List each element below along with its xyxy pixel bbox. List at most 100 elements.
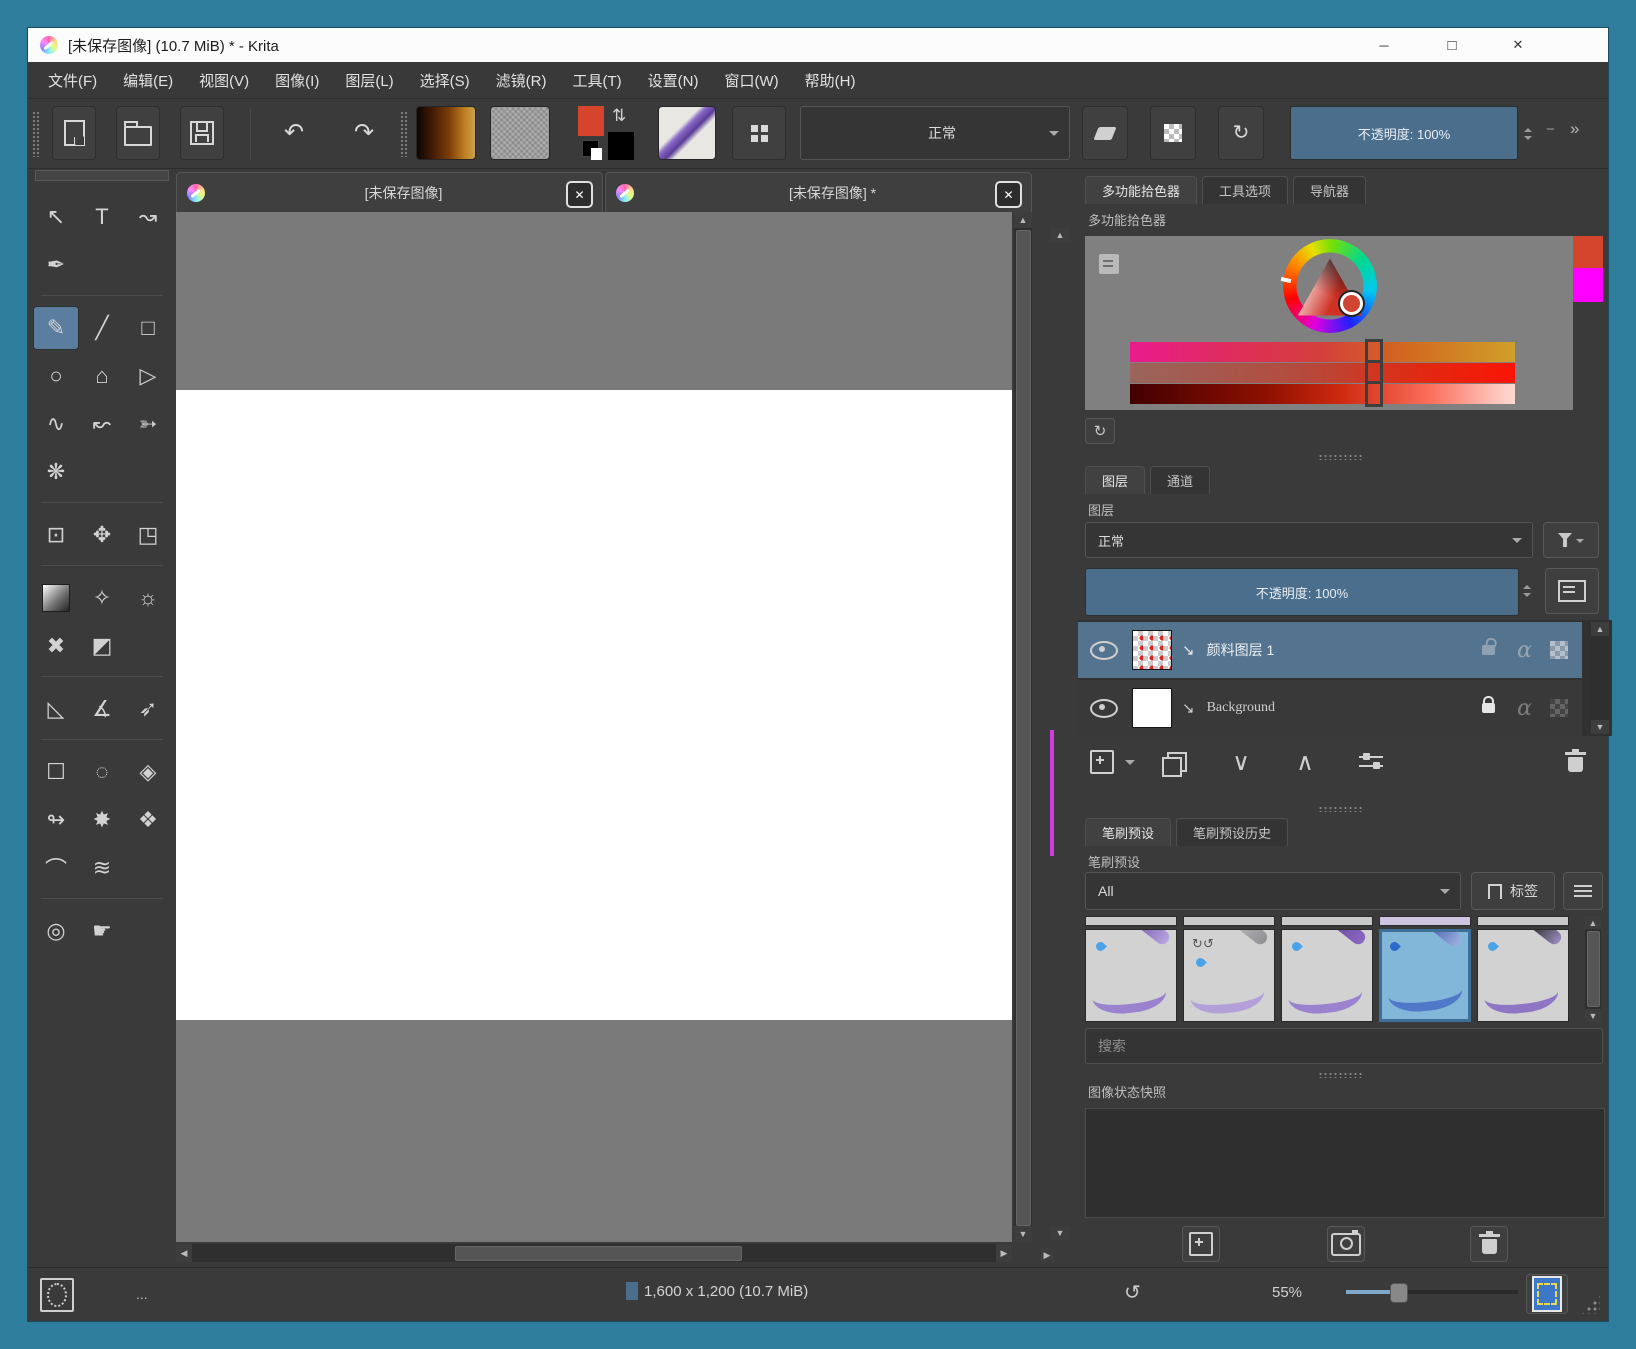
canvas-viewport[interactable]	[176, 212, 1012, 1242]
preserve-alpha-button[interactable]	[1150, 106, 1196, 160]
menu-settings[interactable]: 设置(N)	[648, 70, 699, 91]
layer-name[interactable]: Background	[1207, 700, 1483, 716]
move-layer-down-button[interactable]: ∨	[1221, 742, 1261, 782]
menu-filter[interactable]: 滤镜(R)	[496, 70, 547, 91]
toolbox-header[interactable]	[35, 170, 169, 181]
brush-preset-ballpoint-pen[interactable]	[1085, 929, 1177, 1022]
tool-colorize-mask[interactable]: ☼	[125, 576, 171, 620]
document-tab-1[interactable]: [未保存图像] ✕	[176, 172, 603, 212]
layer-opacity-slider[interactable]: 不透明度: 100%	[1085, 568, 1519, 616]
tool-polyline[interactable]: ▷	[125, 354, 171, 398]
tool-similar-select[interactable]: ✸	[79, 798, 125, 842]
scroll-up-icon[interactable]: ▲	[1591, 622, 1609, 636]
menu-select[interactable]: 选择(S)	[420, 70, 470, 91]
lightness-slider[interactable]	[1130, 384, 1515, 404]
scroll-up-icon[interactable]: ▲	[1014, 212, 1032, 228]
tool-reference-images[interactable]: ➶	[125, 687, 171, 731]
tool-freehand-select[interactable]: ↬	[33, 798, 79, 842]
alpha-icon[interactable]: α	[1517, 696, 1532, 721]
tab-advanced-color-selector[interactable]: 多功能拾色器	[1085, 176, 1197, 204]
layer-properties-button[interactable]	[1545, 568, 1599, 614]
opacity-slider[interactable]: 不透明度: 100%	[1290, 106, 1518, 160]
opacity-spinner[interactable]	[1520, 115, 1536, 153]
toolbar-grip[interactable]	[32, 111, 40, 157]
tab-close-icon[interactable]: ✕	[566, 181, 593, 208]
snapshot-list[interactable]	[1085, 1108, 1605, 1218]
document-tab-2[interactable]: [未保存图像] * ✕	[605, 172, 1032, 212]
menu-window[interactable]: 窗口(W)	[724, 70, 778, 91]
brush-preset-preview-button[interactable]	[658, 106, 716, 160]
duplicate-layer-button[interactable]	[1157, 742, 1197, 782]
gradient-swatch-button[interactable]	[416, 106, 476, 160]
redo-button[interactable]: ↷	[336, 106, 392, 160]
tool-fill[interactable]: ◩	[79, 624, 125, 668]
layer-thumbnail[interactable]	[1132, 688, 1172, 728]
tool-transform[interactable]: ⊡	[33, 513, 79, 557]
tool-polygon[interactable]: ⌂	[79, 354, 125, 398]
layer-visibility-icon[interactable]	[1090, 641, 1118, 660]
spin-up-icon[interactable]	[1524, 128, 1532, 132]
previous-color-swatch[interactable]	[1573, 268, 1603, 302]
brush-preset-partial[interactable]	[1085, 916, 1177, 926]
tab-close-icon[interactable]: ✕	[995, 181, 1022, 208]
lock-icon[interactable]	[1482, 703, 1495, 713]
window-resize-grip[interactable]	[1580, 1294, 1600, 1314]
zoom-slider-knob[interactable]	[1390, 1283, 1408, 1303]
reload-preset-button[interactable]: ↻	[1218, 106, 1264, 160]
brush-search-input[interactable]	[1085, 1028, 1603, 1064]
layer-filter-button[interactable]	[1543, 522, 1599, 558]
color-selector-settings-icon[interactable]	[1099, 254, 1119, 274]
scrollbar-thumb[interactable]	[455, 1246, 742, 1261]
add-layer-button[interactable]	[1085, 742, 1119, 782]
background-color-swatch[interactable]	[608, 132, 634, 160]
tool-edit-shapes[interactable]: ↝	[125, 195, 171, 239]
tool-rect-select[interactable]: ☐	[33, 750, 79, 794]
lock-icon[interactable]	[1482, 645, 1495, 655]
menu-image[interactable]: 图像(I)	[275, 70, 319, 91]
brush-view-options-button[interactable]	[1563, 872, 1603, 910]
tool-ellipse[interactable]: ○	[33, 354, 79, 398]
menu-help[interactable]: 帮助(H)	[805, 70, 856, 91]
scroll-up-icon[interactable]: ▲	[1585, 916, 1601, 929]
scroll-left-icon[interactable]: ◀	[176, 1244, 192, 1262]
reset-rotation-button[interactable]: ↺	[1124, 1280, 1141, 1305]
inherit-alpha-icon[interactable]	[1550, 641, 1568, 659]
add-layer-dropdown[interactable]	[1121, 742, 1139, 782]
spin-down-icon[interactable]	[1524, 136, 1532, 140]
tool-pan[interactable]: ☛	[79, 909, 125, 953]
layer-properties-sliders-button[interactable]	[1349, 742, 1393, 782]
tool-measure[interactable]: ∡	[79, 687, 125, 731]
slider-handle[interactable]	[1365, 381, 1383, 407]
tool-ellipse-select[interactable]: ◌	[79, 750, 125, 794]
menu-file[interactable]: 文件(F)	[48, 70, 97, 91]
scroll-down-icon[interactable]: ▼	[1014, 1226, 1032, 1242]
spin-down-icon[interactable]	[1523, 593, 1531, 597]
brush-preset-ink-brush[interactable]	[1379, 929, 1471, 1022]
tab-layers[interactable]: 图层	[1085, 466, 1145, 494]
panel-scroll-down-icon[interactable]: ▼	[1050, 1226, 1070, 1240]
swap-colors-icon[interactable]: ⇅	[612, 106, 626, 126]
tool-text[interactable]: T	[79, 195, 125, 239]
zoom-slider[interactable]	[1346, 1290, 1518, 1294]
eraser-mode-button[interactable]	[1082, 106, 1128, 160]
brush-tag-filter-dropdown[interactable]: All	[1085, 872, 1461, 910]
selection-display-button[interactable]	[40, 1278, 74, 1312]
docker-resize-handle[interactable]	[1318, 454, 1364, 460]
status-more[interactable]: ...	[136, 1286, 148, 1302]
tool-dynamic-brush[interactable]: ➳	[125, 402, 171, 446]
toolbar-grip-2[interactable]	[400, 111, 408, 157]
tool-multibrush[interactable]: ❋	[33, 450, 79, 494]
tool-pattern-edit[interactable]: ✖	[33, 624, 79, 668]
tool-move[interactable]: ✥	[79, 513, 125, 557]
toolbar-minus[interactable]: −	[1546, 121, 1555, 138]
tool-select-shapes[interactable]: ↖	[33, 195, 79, 239]
remove-snapshot-button[interactable]	[1470, 1226, 1508, 1262]
minimize-button[interactable]: ─	[1362, 28, 1406, 62]
tool-zoom[interactable]: ◎	[33, 909, 79, 953]
tag-button[interactable]: 标签	[1471, 872, 1555, 910]
foreground-background-colors[interactable]: ⇅	[576, 106, 638, 160]
brush-preset-palette-knife[interactable]: ↻↺	[1183, 929, 1275, 1022]
scroll-down-icon[interactable]: ▼	[1591, 720, 1609, 734]
layer-row[interactable]: ↘ Background α	[1078, 680, 1582, 736]
tool-freehand-brush[interactable]: ✎	[33, 306, 79, 350]
